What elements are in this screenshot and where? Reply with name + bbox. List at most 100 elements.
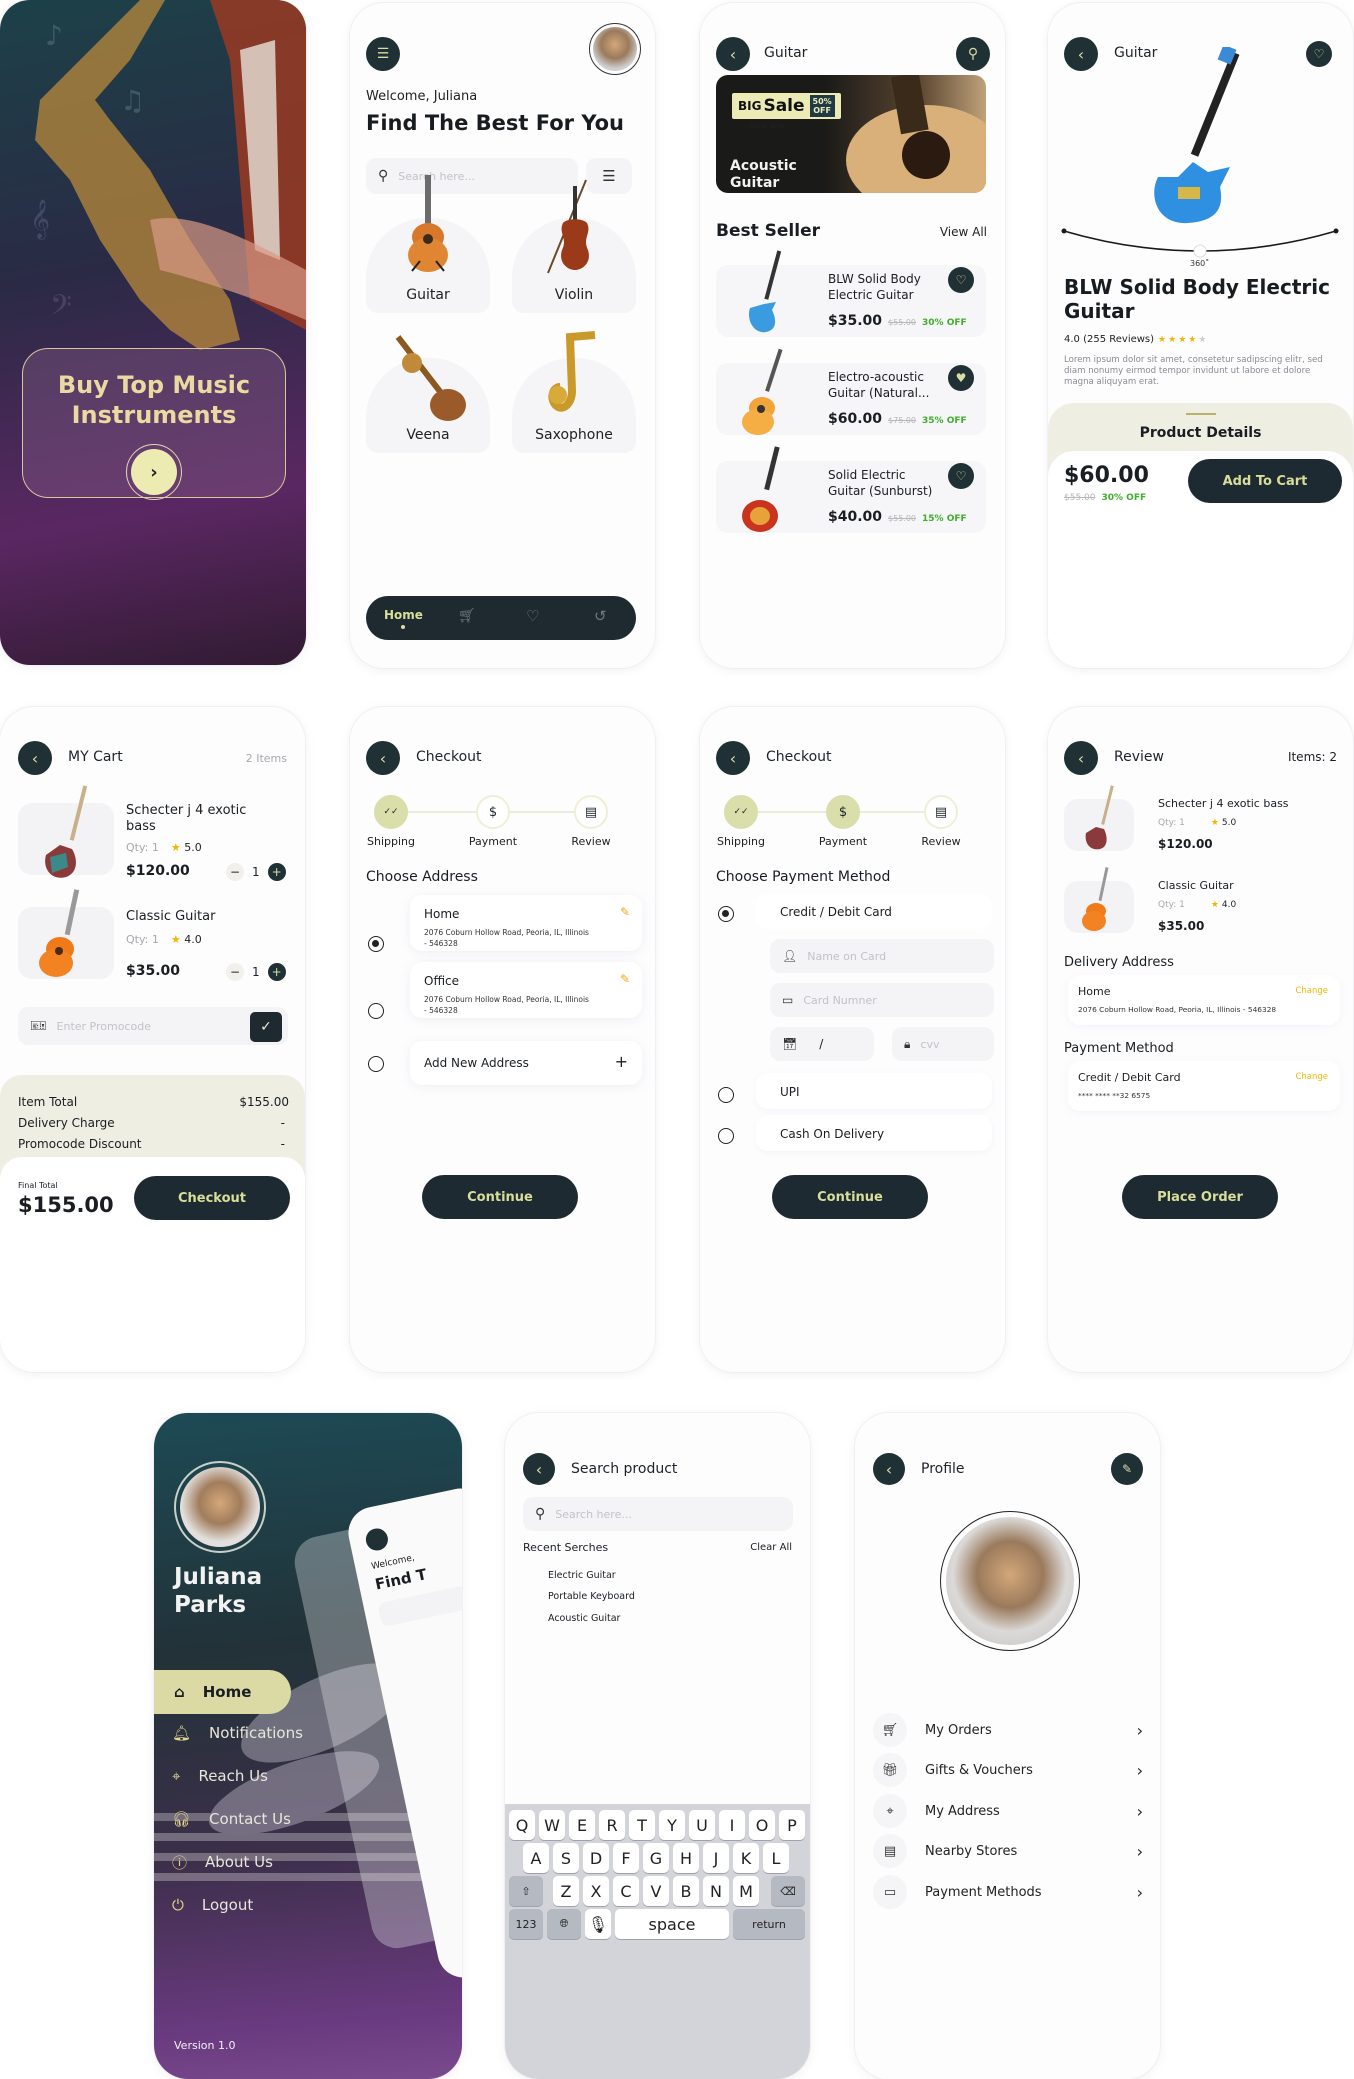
key-x[interactable]: X xyxy=(583,1876,609,1906)
place-order-button[interactable]: Place Order xyxy=(1122,1175,1278,1219)
back-button[interactable]: ‹ xyxy=(716,37,750,71)
splash-next-button[interactable]: › xyxy=(126,444,182,500)
edit-icon[interactable]: ✎ xyxy=(620,905,630,919)
key-t[interactable]: T xyxy=(629,1810,655,1840)
step-payment[interactable]: $ xyxy=(826,795,860,829)
search-input[interactable]: ⚲ xyxy=(523,1497,793,1531)
space-key[interactable]: space xyxy=(615,1909,729,1939)
key-p[interactable]: P xyxy=(779,1810,805,1840)
key-f[interactable]: F xyxy=(613,1843,639,1873)
payment-option-cod[interactable]: Cash On Delivery xyxy=(756,1115,992,1151)
recent-search-item[interactable]: Electric Guitar xyxy=(548,1570,616,1581)
drag-handle[interactable] xyxy=(1186,413,1216,415)
view-all-link[interactable]: View All xyxy=(940,225,987,239)
key-w[interactable]: W xyxy=(539,1810,565,1840)
back-button[interactable]: ‹ xyxy=(366,741,400,775)
key-o[interactable]: O xyxy=(749,1810,775,1840)
back-button[interactable]: ‹ xyxy=(18,741,52,775)
search-field[interactable] xyxy=(555,1507,781,1521)
card-number-input[interactable]: ▭ xyxy=(770,983,994,1017)
recent-search-item[interactable]: Acoustic Guitar xyxy=(548,1613,620,1624)
drawer-item-reach-us[interactable]: ⌖ Reach Us xyxy=(172,1759,402,1793)
step-payment[interactable]: $ xyxy=(476,795,510,829)
key-s[interactable]: S xyxy=(553,1843,579,1873)
checkout-button[interactable]: Checkout xyxy=(134,1176,290,1220)
expiry-input[interactable]: 📅︎ / xyxy=(770,1027,874,1061)
profile-item-gifts-vouchers[interactable]: 🎁︎ Gifts & Vouchers › xyxy=(873,1753,1143,1787)
profile-item-my-address[interactable]: ⌖ My Address › xyxy=(873,1794,1143,1828)
key-b[interactable]: B xyxy=(673,1876,699,1906)
drawer-item-home[interactable]: ⌂ Home xyxy=(154,1670,291,1714)
sale-banner[interactable]: BIG Sale 50% OFF – Shop Now – Acoustic G… xyxy=(716,75,986,193)
drawer-avatar[interactable] xyxy=(174,1461,266,1553)
address-radio-home[interactable] xyxy=(368,936,384,952)
increment-button[interactable]: + xyxy=(267,863,286,881)
decrement-button[interactable]: − xyxy=(226,963,244,981)
decrement-button[interactable]: − xyxy=(226,863,244,881)
numbers-key[interactable]: 123 xyxy=(509,1909,543,1939)
apply-promocode-button[interactable]: ✓ xyxy=(250,1012,282,1042)
add-new-address-row[interactable]: Add New Address + xyxy=(410,1041,642,1085)
profile-item-my-orders[interactable]: 🛒︎ My Orders › xyxy=(873,1713,1143,1747)
add-to-cart-button[interactable]: Add To Cart xyxy=(1188,459,1342,503)
address-card-home[interactable]: Home ✎ 2076 Coburn Hollow Road, Peoria, … xyxy=(410,895,642,951)
recent-search-item[interactable]: Portable Keyboard xyxy=(548,1591,635,1602)
address-card-office[interactable]: Office ✎ 2076 Coburn Hollow Road, Peoria… xyxy=(410,962,642,1018)
rotate-360-control[interactable] xyxy=(1060,221,1340,261)
continue-button[interactable]: Continue xyxy=(422,1175,578,1219)
payment-radio-cod[interactable] xyxy=(718,1128,734,1144)
favorite-button[interactable]: ♥ xyxy=(948,365,974,391)
edit-icon[interactable]: ✎ xyxy=(620,972,630,986)
avatar[interactable] xyxy=(589,23,641,75)
menu-button[interactable]: ☰ xyxy=(366,37,400,71)
name-on-card-field[interactable] xyxy=(807,949,982,963)
favorite-button[interactable]: ♡ xyxy=(948,267,974,293)
key-z[interactable]: Z xyxy=(553,1876,579,1906)
step-review[interactable]: ▤ xyxy=(574,795,608,829)
payment-radio-upi[interactable] xyxy=(718,1087,734,1103)
shift-key[interactable]: ⇧ xyxy=(509,1876,543,1906)
back-button[interactable]: ‹ xyxy=(1064,37,1098,71)
return-key[interactable]: return xyxy=(733,1909,805,1939)
payment-radio-card[interactable] xyxy=(718,906,734,922)
edit-profile-button[interactable]: ✎ xyxy=(1111,1453,1143,1485)
increment-button[interactable]: + xyxy=(267,963,286,981)
continue-button[interactable]: Continue xyxy=(772,1175,928,1219)
key-d[interactable]: D xyxy=(583,1843,609,1873)
key-y[interactable]: Y xyxy=(659,1810,685,1840)
key-j[interactable]: J xyxy=(703,1843,729,1873)
key-k[interactable]: K xyxy=(733,1843,759,1873)
search-button[interactable]: ⚲ xyxy=(956,37,990,71)
address-radio-office[interactable] xyxy=(368,1003,384,1019)
key-c[interactable]: C xyxy=(613,1876,639,1906)
globe-key[interactable]: 🌐︎ xyxy=(547,1909,581,1939)
key-u[interactable]: U xyxy=(689,1810,715,1840)
heart-icon[interactable]: ♡ xyxy=(526,607,539,625)
favorite-button[interactable]: ♡ xyxy=(1306,41,1332,67)
address-radio-new[interactable] xyxy=(368,1056,384,1072)
step-shipping[interactable]: ✓✓ xyxy=(724,795,758,829)
key-l[interactable]: L xyxy=(763,1843,789,1873)
drawer-item-contact-us[interactable]: 🎧︎ Contact Us xyxy=(172,1802,402,1836)
key-g[interactable]: G xyxy=(643,1843,669,1873)
drawer-item-notifications[interactable]: 🔔︎ Notifications xyxy=(172,1716,402,1750)
profile-avatar[interactable] xyxy=(940,1511,1080,1651)
name-on-card-input[interactable]: 👤︎ xyxy=(770,939,994,973)
promocode-field[interactable] xyxy=(56,1019,276,1033)
payment-option-upi[interactable]: UPI xyxy=(756,1073,992,1109)
microphone-key[interactable]: 🎙︎ xyxy=(585,1909,611,1939)
back-button[interactable]: ‹ xyxy=(523,1453,555,1485)
key-n[interactable]: N xyxy=(703,1876,729,1906)
card-number-field[interactable] xyxy=(803,993,982,1007)
key-q[interactable]: Q xyxy=(509,1810,535,1840)
cvv-input[interactable]: 🔒︎ xyxy=(892,1027,994,1061)
backspace-key[interactable]: ⌫ xyxy=(771,1876,805,1906)
key-r[interactable]: R xyxy=(599,1810,625,1840)
profile-item-nearby-stores[interactable]: ▤ Nearby Stores › xyxy=(873,1834,1143,1868)
change-payment-link[interactable]: Change xyxy=(1295,1072,1328,1082)
promocode-input[interactable]: 🎫︎ xyxy=(18,1007,288,1045)
drawer-item-about-us[interactable]: ⓘ About Us xyxy=(172,1845,402,1879)
key-a[interactable]: A xyxy=(523,1843,549,1873)
favorite-button[interactable]: ♡ xyxy=(948,463,974,489)
profile-item-payment-methods[interactable]: ▭ Payment Methods › xyxy=(873,1875,1143,1909)
